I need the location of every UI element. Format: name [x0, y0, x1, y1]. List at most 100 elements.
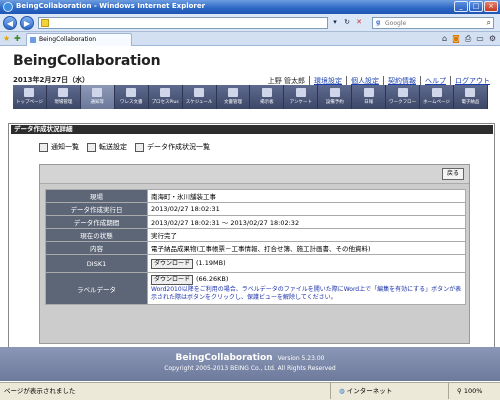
- menu-item-survey[interactable]: アンケート: [284, 85, 319, 109]
- file-size: (1.19MB): [196, 258, 226, 267]
- table-row: 内容 電子納品成果物(工事帳票－工事情報、打合せ簿、施工計画書、その他資料): [45, 241, 466, 255]
- status-bar: ページが表示されました ◍ インターネット ⚲ 100%: [0, 382, 500, 400]
- subtab-label: データ作成状況一覧: [147, 143, 210, 151]
- browser-tab[interactable]: BeingCollaboration: [26, 33, 132, 46]
- data-list-icon: [135, 142, 144, 152]
- menu-label: 通知等: [90, 100, 105, 105]
- menu-label: スケジュール: [185, 100, 213, 105]
- current-date: 2013年2月27日（水）: [13, 76, 90, 84]
- menu-label: 電子納品: [461, 100, 480, 105]
- zoom-level[interactable]: ⚲ 100%: [448, 383, 482, 399]
- row-value: 2013/02/27 18:02:31 ～ 2013/02/27 18:02:3…: [147, 215, 466, 229]
- report-icon: [363, 88, 374, 97]
- row-key: 現在の状態: [45, 228, 148, 242]
- site-icon: [58, 88, 69, 97]
- status-text: ページが表示されました: [4, 387, 76, 395]
- forward-arrow-icon[interactable]: ▶: [20, 16, 34, 30]
- tab-bar: ★ ✚ BeingCollaboration ⌂ ◙ ⎙ ▭ ⚙: [0, 32, 500, 46]
- menu-item-documents[interactable]: ワレス文書: [115, 85, 149, 109]
- dropdown-icon[interactable]: ▾: [330, 17, 340, 29]
- menu-label: 文書管理: [223, 100, 242, 105]
- detail-panel: 戻る 現場 南海町・氷川舗装工事 データ作成実行日 2013/02/27 18:…: [39, 164, 470, 344]
- detail-table: 現場 南海町・氷川舗装工事 データ作成実行日 2013/02/27 18:02:…: [45, 189, 466, 305]
- page-menu-icon[interactable]: ▭: [476, 34, 484, 44]
- document-icon: [126, 88, 137, 97]
- menu-label: ワークフロー: [389, 100, 417, 105]
- subtab-forward-settings[interactable]: 転送設定: [87, 142, 127, 152]
- delivery-icon: [465, 88, 476, 97]
- menu-label: 設備予約: [325, 100, 344, 105]
- footer: BeingCollaboration Version 5.23.00 Copyri…: [0, 347, 500, 381]
- menu-item-site[interactable]: 現場管理: [47, 85, 81, 109]
- menu-item-daily-report[interactable]: 日報: [352, 85, 387, 109]
- menu-item-homepage[interactable]: ホームページ: [420, 85, 454, 109]
- stop-icon[interactable]: ✕: [354, 17, 364, 29]
- forward-settings-icon: [87, 142, 96, 152]
- board-icon: [261, 88, 272, 97]
- command-bar: ⌂ ◙ ⎙ ▭ ⚙: [442, 34, 496, 44]
- row-value-label-data: ダウンロード (66.26KB) Word2010以降をご利用の場合、ラベルデータ…: [147, 272, 466, 305]
- minimize-button[interactable]: _: [454, 1, 468, 12]
- subtab-data-list[interactable]: データ作成状況一覧: [135, 142, 210, 152]
- zone-text: インターネット: [346, 387, 393, 395]
- refresh-icon[interactable]: ↻: [342, 17, 352, 29]
- download-label-button[interactable]: ダウンロード: [151, 275, 193, 285]
- close-button[interactable]: ×: [484, 1, 498, 12]
- menu-label: 現場管理: [54, 100, 73, 105]
- url-input[interactable]: [38, 17, 328, 29]
- search-box[interactable]: g ⌕: [372, 17, 494, 29]
- window-title: BeingCollaboration - Windows Internet Ex…: [16, 2, 206, 10]
- subtab-notification-list[interactable]: 通知一覧: [39, 142, 79, 152]
- address-controls: ▾ ↻ ✕: [330, 17, 364, 29]
- search-icon[interactable]: ⌕: [487, 18, 491, 28]
- section-title: データ作成状況詳細: [11, 125, 493, 134]
- row-key: DISK1: [45, 254, 148, 273]
- row-value: 電子納品成果物(工事帳票－工事情報、打合せ簿、施工計画書、その他資料): [147, 241, 466, 255]
- mail-icon: [92, 88, 103, 97]
- menu-item-board[interactable]: 掲示板: [250, 85, 285, 109]
- row-value: 実行完了: [147, 228, 466, 242]
- maximize-button[interactable]: □: [469, 1, 483, 12]
- menu-item-schedule[interactable]: スケジュール: [183, 85, 217, 109]
- search-input[interactable]: [385, 19, 481, 27]
- row-value: 南海町・氷川舗装工事: [147, 189, 466, 203]
- menu-item-e-delivery[interactable]: 電子納品: [454, 85, 488, 109]
- menu-item-top[interactable]: トップページ: [13, 85, 47, 109]
- menu-label: ホームページ: [423, 100, 450, 105]
- back-button[interactable]: 戻る: [442, 168, 464, 180]
- window-titlebar: BeingCollaboration - Windows Internet Ex…: [0, 0, 500, 14]
- table-row: データ作成期間 2013/02/27 18:02:31 ～ 2013/02/27…: [45, 215, 466, 229]
- row-key: 現場: [45, 189, 148, 203]
- reserve-icon: [329, 88, 340, 97]
- process-icon: [160, 88, 171, 97]
- menu-label: トップページ: [16, 100, 43, 105]
- back-arrow-icon[interactable]: ◀: [3, 16, 17, 30]
- homepage-icon: [431, 88, 442, 97]
- tools-icon[interactable]: ⚙: [489, 34, 496, 44]
- home-icon[interactable]: ⌂: [442, 34, 447, 44]
- survey-icon: [295, 88, 306, 97]
- menu-item-process[interactable]: プロセスPlus: [149, 85, 183, 109]
- feeds-icon[interactable]: ◙: [452, 34, 460, 44]
- menu-label: プロセスPlus: [151, 100, 179, 105]
- download-disk1-button[interactable]: ダウンロード: [151, 258, 193, 269]
- menu-item-notification[interactable]: 通知等: [80, 85, 115, 109]
- word-note: Word2010以降をご利用の場合、ラベルデータのファイルを開いた際にWord上…: [151, 286, 462, 301]
- home-icon: [24, 88, 35, 97]
- menu-item-reservation[interactable]: 設備予約: [318, 85, 353, 109]
- favorites-star-icon[interactable]: ★: [3, 34, 10, 43]
- folder-icon: [227, 88, 238, 97]
- main-menu: トップページ 現場管理 通知等 ワレス文書 プロセスPlus スケジュール 文書…: [13, 85, 488, 109]
- add-favorites-icon[interactable]: ✚: [14, 34, 21, 43]
- table-row: 現場 南海町・氷川舗装工事: [45, 189, 466, 203]
- table-row: DISK1 ダウンロード (1.19MB): [45, 254, 466, 273]
- workflow-icon: [397, 88, 408, 97]
- zoom-icon: ⚲: [457, 387, 462, 395]
- menu-item-doc-management[interactable]: 文書管理: [217, 85, 251, 109]
- print-icon[interactable]: ⎙: [465, 34, 471, 44]
- detail-header: 戻る: [40, 165, 469, 184]
- calendar-icon: [194, 88, 205, 97]
- subtab-label: 転送設定: [99, 143, 127, 151]
- row-key: データ作成実行日: [45, 202, 148, 216]
- menu-item-workflow[interactable]: ワークフロー: [386, 85, 421, 109]
